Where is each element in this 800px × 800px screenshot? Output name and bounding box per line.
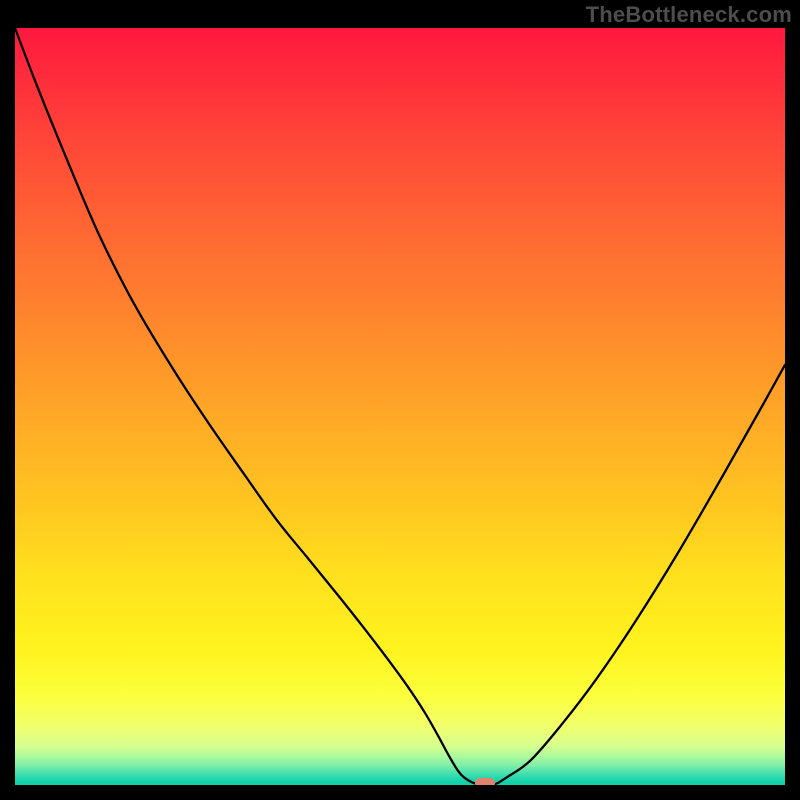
plot-frame: [15, 28, 785, 785]
watermark-text: TheBottleneck.com: [586, 2, 792, 28]
minimum-marker: [475, 778, 495, 785]
curve-svg: [15, 28, 785, 785]
chart-stage: TheBottleneck.com: [0, 0, 800, 800]
bottleneck-curve: [15, 28, 785, 785]
